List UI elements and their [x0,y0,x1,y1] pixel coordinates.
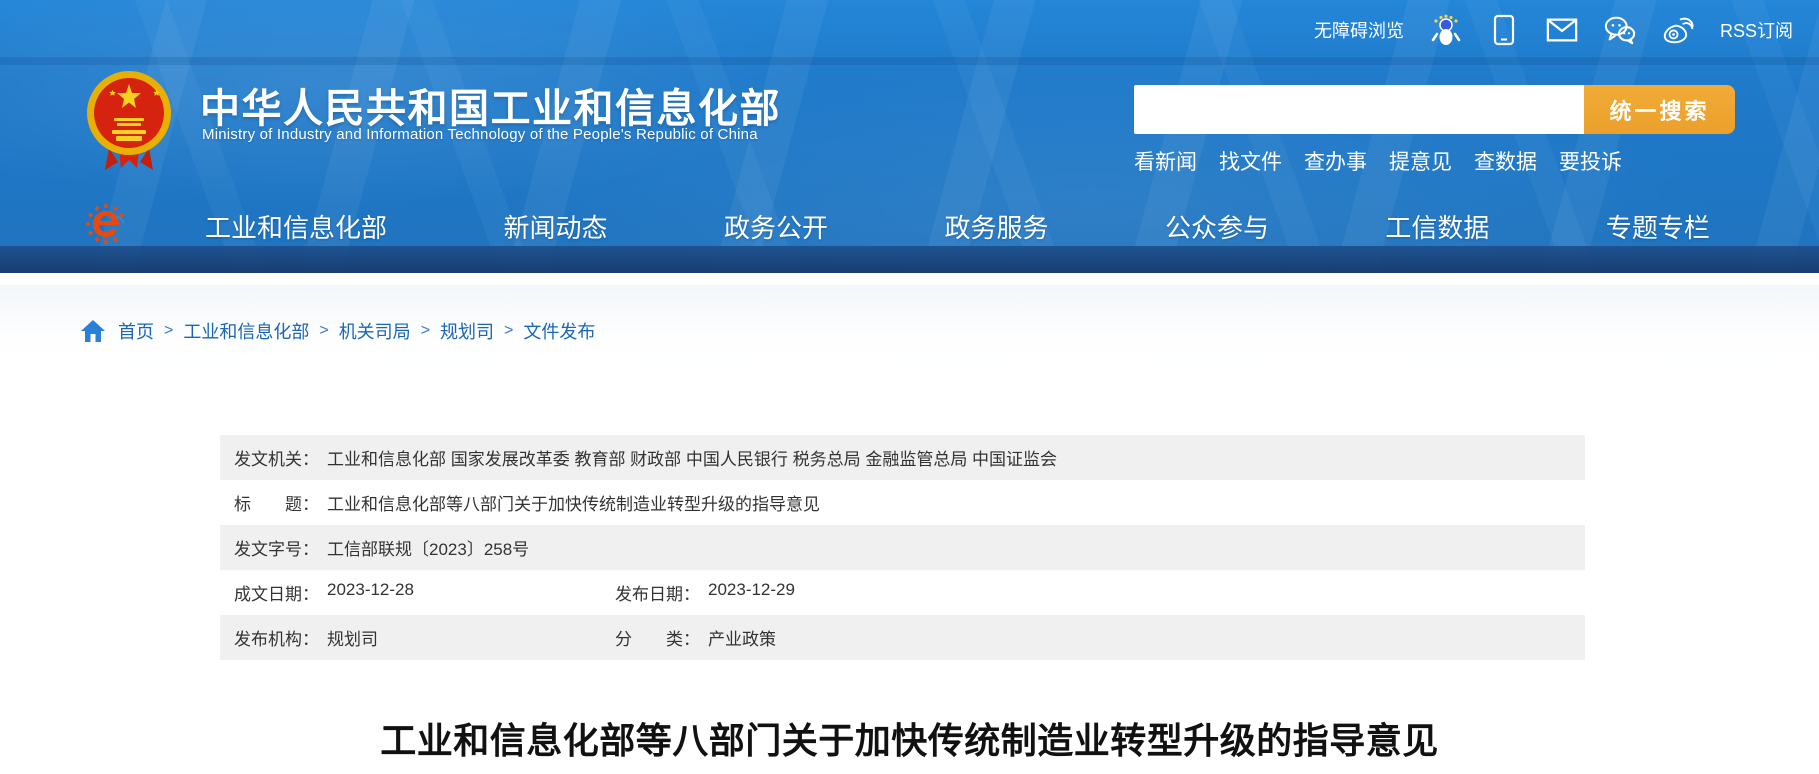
site-header: 无障碍浏览 [0,0,1819,273]
quick-link-news[interactable]: 看新闻 [1134,146,1197,176]
home-icon[interactable] [80,319,106,343]
breadcrumb-separator: > [421,322,430,340]
meta-row-dates: 成文日期： 2023-12-28 发布日期： 2023-12-29 [220,570,1585,615]
breadcrumb-planning-dept[interactable]: 规划司 [440,318,494,344]
meta-label: 发布日期： [615,580,700,605]
mail-icon[interactable] [1546,14,1578,46]
robot-mascot-icon[interactable] [1430,14,1462,46]
meta-row-title: 标 题： 工业和信息化部等八部门关于加快传统制造业转型升级的指导意见 [220,480,1585,525]
search-input[interactable] [1134,85,1584,134]
breadcrumb-separator: > [319,322,328,340]
nav-item-gov-services[interactable]: 政务服务 [944,208,1048,245]
quick-link-complaint[interactable]: 要投诉 [1559,146,1622,176]
unified-search: 统一搜索 [1134,85,1735,134]
breadcrumb-miit[interactable]: 工业和信息化部 [183,318,309,344]
nav-item-miit[interactable]: 工业和信息化部 [205,208,387,245]
meta-value: 工业和信息化部等八部门关于加快传统制造业转型升级的指导意见 [327,490,820,515]
meta-value: 产业政策 [708,625,776,650]
meta-row-doc-number: 发文字号： 工信部联规〔2023〕258号 [220,525,1585,570]
meta-label: 成文日期： [234,580,319,605]
nav-item-participation[interactable]: 公众参与 [1165,208,1269,245]
breadcrumb-home[interactable]: 首页 [118,318,154,344]
breadcrumb-departments[interactable]: 机关司局 [339,318,411,344]
header-bottom-strip [0,246,1819,273]
meta-value: 规划司 [327,625,378,650]
miit-gov-page: 无障碍浏览 [0,0,1819,774]
accessibility-link[interactable]: 无障碍浏览 [1314,17,1404,43]
quick-link-services[interactable]: 查办事 [1304,146,1367,176]
meta-label: 标 题： [234,490,319,515]
nav-item-topics[interactable]: 专题专栏 [1606,208,1710,245]
nav-item-gov-affairs[interactable]: 政务公开 [724,208,828,245]
meta-label: 发布机构： [234,625,319,650]
site-title-en: Ministry of Industry and Information Tec… [202,126,758,143]
search-button[interactable]: 统一搜索 [1584,85,1735,134]
quick-link-feedback[interactable]: 提意见 [1389,146,1452,176]
wechat-icon[interactable] [1604,14,1636,46]
national-emblem-logo[interactable] [85,70,173,174]
meta-label: 发文机关： [234,445,319,470]
document-meta-table: 发文机关： 工业和信息化部 国家发展改革委 教育部 财政部 中国人民银行 税务总… [220,435,1585,660]
meta-value: 2023-12-29 [708,580,795,605]
meta-row-issuing-agencies: 发文机关： 工业和信息化部 国家发展改革委 教育部 财政部 中国人民银行 税务总… [220,435,1585,480]
utility-bar: 无障碍浏览 [1314,0,1793,60]
mobile-icon[interactable] [1488,14,1520,46]
quick-links: 看新闻 找文件 查办事 提意见 查数据 要投诉 [1134,146,1622,176]
meta-label: 分 类： [615,625,700,650]
breadcrumb-separator: > [504,322,513,340]
weibo-icon[interactable] [1662,14,1694,46]
meta-label: 发文字号： [234,535,319,560]
meta-value: 工信部联规〔2023〕258号 [327,535,529,560]
meta-row-publisher-category: 发布机构： 规划司 分 类： 产业政策 [220,615,1585,660]
breadcrumb-current-page: 文件发布 [523,318,595,344]
meta-value: 2023-12-28 [327,580,414,605]
breadcrumb-separator: > [164,322,173,340]
breadcrumb: 首页 > 工业和信息化部 > 机关司局 > 规划司 > 文件发布 [80,318,595,344]
quick-link-data[interactable]: 查数据 [1474,146,1537,176]
nav-item-data[interactable]: 工信数据 [1385,208,1489,245]
gov-e-logo-icon [85,203,127,245]
quick-link-files[interactable]: 找文件 [1219,146,1282,176]
main-nav: 工业和信息化部 新闻动态 政务公开 政务服务 公众参与 工信数据 专题专栏 [205,208,1710,245]
meta-value: 工业和信息化部 国家发展改革委 教育部 财政部 中国人民银行 税务总局 金融监管… [327,445,1057,470]
document-title: 工业和信息化部等八部门关于加快传统制造业转型升级的指导意见 [0,712,1819,764]
rss-link[interactable]: RSS订阅 [1720,17,1793,43]
nav-item-news[interactable]: 新闻动态 [503,208,607,245]
